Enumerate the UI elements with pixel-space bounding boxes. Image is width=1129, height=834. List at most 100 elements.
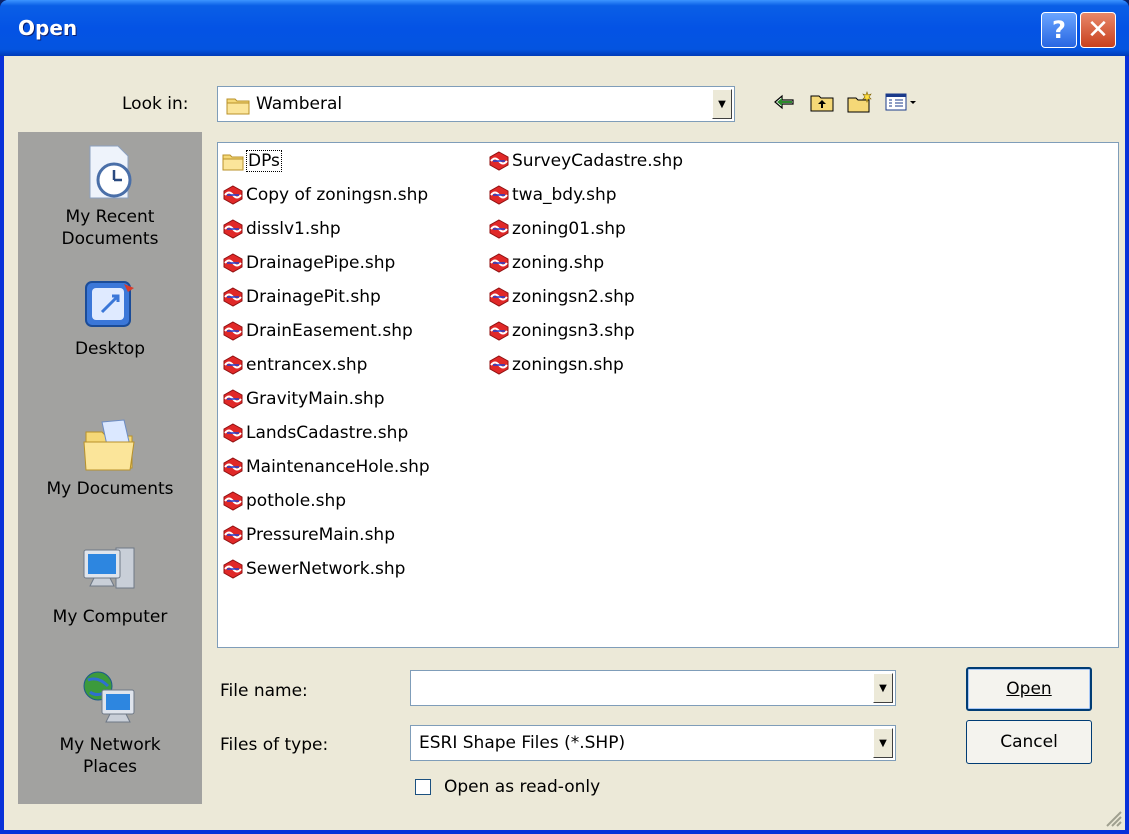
file-name: pothole.shp: [246, 491, 347, 511]
file-name: disslv1.shp: [246, 219, 341, 239]
file-name: entrancex.shp: [246, 355, 368, 375]
shapefile-icon: [489, 185, 509, 205]
title-bar[interactable]: Open ? ✕: [0, 0, 1129, 56]
shapefile-icon: [223, 355, 243, 375]
list-item[interactable]: disslv1.shp: [222, 214, 341, 244]
open-dialog: Open ? ✕ Look in: Wamberal ▼ My Recent D…: [0, 0, 1129, 834]
list-item[interactable]: LandsCadastre.shp: [222, 418, 408, 448]
cancel-button[interactable]: Cancel: [966, 720, 1092, 764]
network-places-icon: [83, 671, 135, 723]
place-my-computer[interactable]: My Computer: [18, 542, 202, 628]
place-my-documents[interactable]: My Documents: [18, 416, 202, 500]
view-menu-icon[interactable]: [884, 88, 920, 116]
shapefile-icon: [223, 457, 243, 477]
shapefile-icon: [223, 219, 243, 239]
list-item[interactable]: Copy of zoningsn.shp: [222, 180, 428, 210]
desktop-icon: [85, 281, 134, 327]
shapefile-icon: [223, 287, 243, 307]
place-desktop[interactable]: Desktop: [18, 278, 202, 360]
list-item[interactable]: zoningsn2.shp: [488, 282, 635, 312]
file-name: zoningsn3.shp: [512, 321, 635, 341]
file-name: Copy of zoningsn.shp: [246, 185, 429, 205]
look-in-label: Look in:: [122, 94, 189, 114]
file-type-label: Files of type:: [220, 735, 329, 755]
shapefile-icon: [223, 491, 243, 511]
file-type-combo[interactable]: ESRI Shape Files (*.SHP) ▼: [410, 725, 896, 761]
close-button[interactable]: ✕: [1080, 12, 1116, 48]
resize-grip-icon[interactable]: [1103, 808, 1123, 828]
shapefile-icon: [489, 321, 509, 341]
list-item[interactable]: GravityMain.shp: [222, 384, 385, 414]
shapefile-icon: [223, 525, 243, 545]
file-name: DrainagePipe.shp: [246, 253, 396, 273]
file-name-label: File name:: [220, 681, 308, 701]
shapefile-icon: [223, 559, 243, 579]
read-only-label[interactable]: Open as read-only: [444, 777, 600, 797]
file-name: zoning.shp: [512, 253, 605, 273]
place-label-line1: My Documents: [46, 479, 174, 499]
shapefile-icon: [223, 423, 243, 443]
file-name-combo[interactable]: ▼: [410, 670, 896, 706]
open-button[interactable]: Open: [966, 667, 1092, 711]
new-folder-icon[interactable]: [846, 88, 874, 116]
file-name: PressureMain.shp: [246, 525, 395, 545]
place-label-line2: Documents: [61, 229, 159, 249]
my-computer-icon: [83, 547, 135, 589]
place-label-line1: My Recent: [65, 207, 155, 227]
window-title: Open: [18, 16, 78, 40]
file-type-value: ESRI Shape Files (*.SHP): [419, 733, 626, 753]
file-name: GravityMain.shp: [246, 389, 385, 409]
list-item[interactable]: entrancex.shp: [222, 350, 367, 380]
shapefile-icon: [223, 389, 243, 409]
places-bar: My Recent Documents Desktop My Documents: [18, 132, 202, 804]
look-in-dropdown-arrow[interactable]: ▼: [712, 89, 732, 119]
list-item[interactable]: SewerNetwork.shp: [222, 554, 405, 584]
file-list[interactable]: DPs Copy of zoningsn.shp disslv1.shp Dra…: [217, 142, 1119, 648]
folder-icon: [226, 98, 250, 115]
list-item[interactable]: pothole.shp: [222, 486, 346, 516]
list-item[interactable]: zoning01.shp: [488, 214, 626, 244]
shapefile-icon: [489, 151, 509, 171]
file-type-dropdown-arrow[interactable]: ▼: [873, 728, 893, 758]
shapefile-icon: [223, 321, 243, 341]
shapefile-icon: [223, 185, 243, 205]
file-name: zoning01.shp: [512, 219, 626, 239]
list-item[interactable]: zoningsn.shp: [488, 350, 624, 380]
look-in-combo[interactable]: Wamberal ▼: [217, 86, 735, 122]
place-label-line1: My Computer: [52, 607, 168, 627]
file-name: DrainEasement.shp: [246, 321, 413, 341]
file-name: SurveyCadastre.shp: [512, 151, 684, 171]
list-item[interactable]: MaintenanceHole.shp: [222, 452, 430, 482]
shapefile-icon: [489, 287, 509, 307]
file-name: twa_bdy.shp: [512, 185, 617, 205]
place-my-recent-documents[interactable]: My Recent Documents: [18, 142, 202, 250]
file-name: DPs: [246, 150, 282, 172]
list-item[interactable]: PressureMain.shp: [222, 520, 395, 550]
list-item[interactable]: DrainagePipe.shp: [222, 248, 395, 278]
recent-documents-icon: [89, 145, 132, 199]
file-name: DrainagePit.shp: [246, 287, 381, 307]
place-my-network-places[interactable]: My Network Places: [18, 668, 202, 778]
read-only-checkbox[interactable]: [415, 779, 431, 795]
list-item[interactable]: SurveyCadastre.shp: [488, 146, 683, 176]
up-folder-icon[interactable]: [808, 88, 836, 116]
list-item[interactable]: DrainEasement.shp: [222, 316, 413, 346]
look-in-value: Wamberal: [256, 94, 343, 114]
file-name-dropdown-arrow[interactable]: ▼: [873, 673, 893, 703]
file-name: LandsCadastre.shp: [246, 423, 409, 443]
back-arrow-icon[interactable]: [770, 88, 798, 116]
shapefile-icon: [223, 253, 243, 273]
file-name: MaintenanceHole.shp: [246, 457, 430, 477]
place-label-line2: Places: [82, 757, 138, 777]
list-item[interactable]: twa_bdy.shp: [488, 180, 617, 210]
list-item[interactable]: zoning.shp: [488, 248, 604, 278]
list-item[interactable]: zoningsn3.shp: [488, 316, 635, 346]
list-item[interactable]: DPs: [222, 146, 282, 176]
list-item[interactable]: DrainagePit.shp: [222, 282, 381, 312]
shapefile-icon: [489, 219, 509, 239]
shapefile-icon: [489, 253, 509, 273]
folder-icon: [222, 154, 244, 171]
place-label-line1: My Network: [59, 735, 161, 755]
file-name: zoningsn.shp: [512, 355, 624, 375]
help-button[interactable]: ?: [1041, 12, 1077, 48]
